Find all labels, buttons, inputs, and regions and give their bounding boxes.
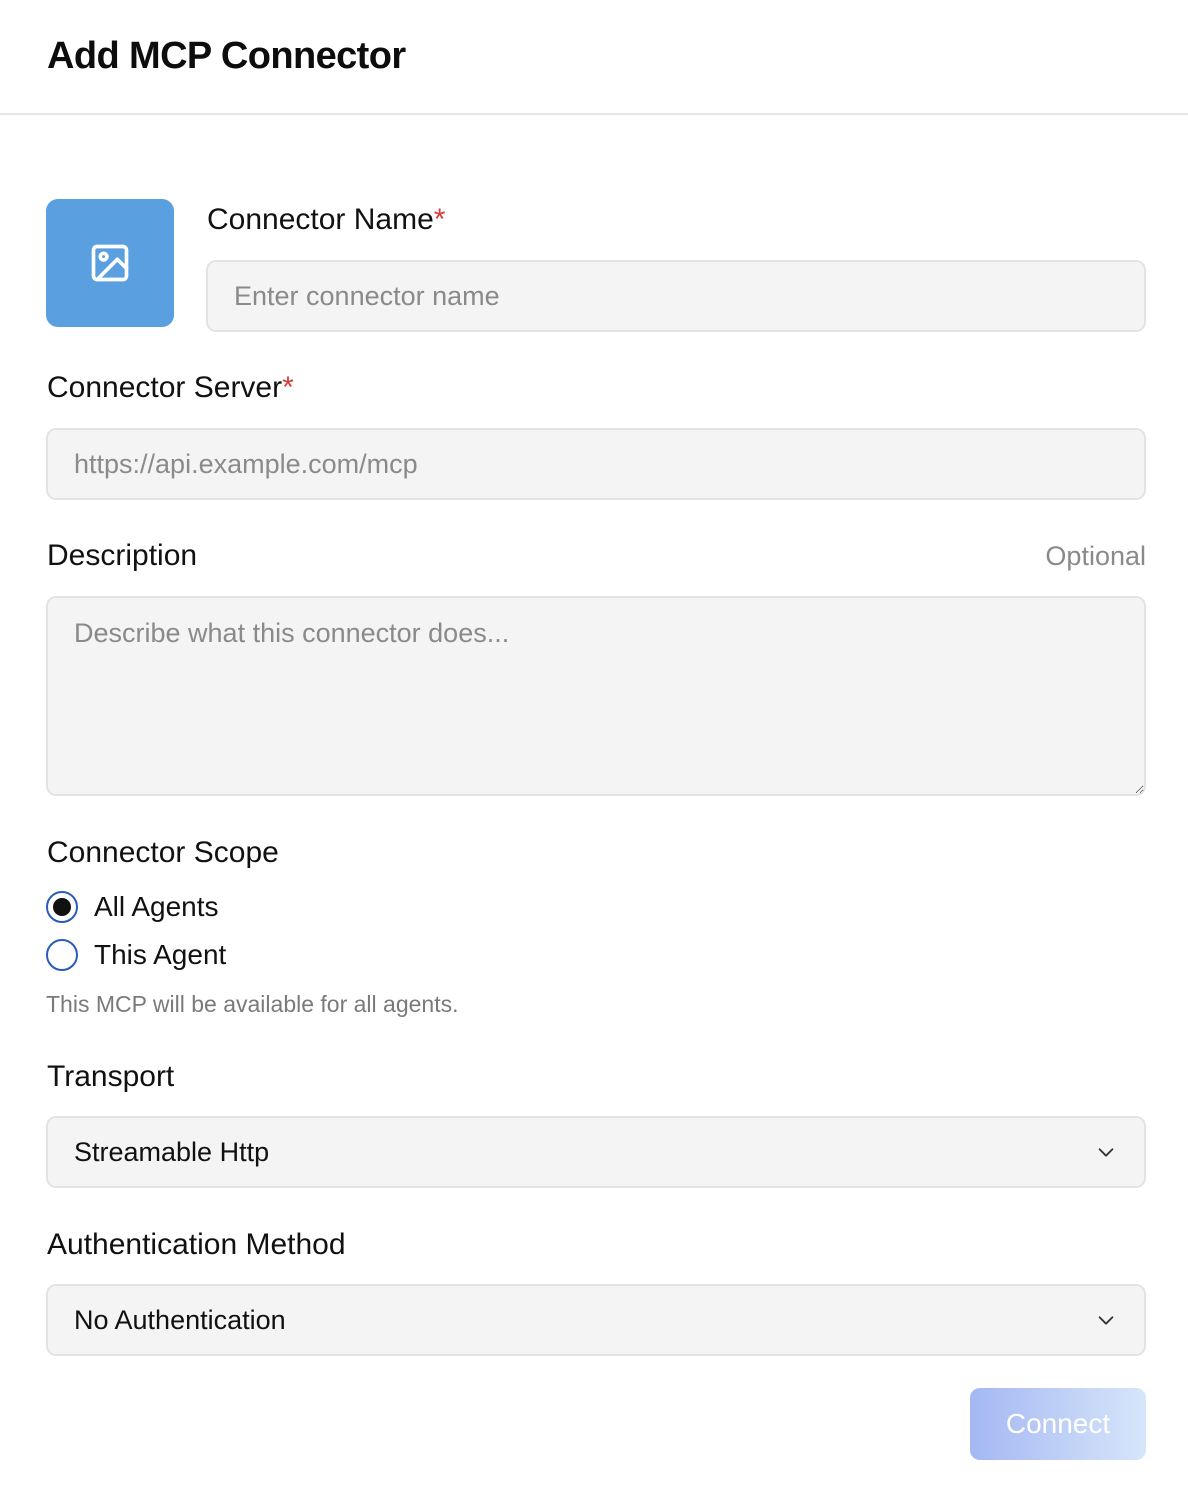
radio-selected-dot xyxy=(53,898,71,916)
description-textarea[interactable] xyxy=(46,596,1146,796)
connector-scope-label: Connector Scope xyxy=(47,836,279,869)
optional-label: Optional xyxy=(1045,541,1146,571)
transport-selected-value: Streamable Http xyxy=(74,1136,270,1167)
transport-select[interactable]: Streamable Http xyxy=(46,1116,1146,1188)
auth-method-label: Authentication Method xyxy=(47,1228,346,1261)
auth-method-select[interactable]: No Authentication xyxy=(46,1284,1146,1356)
required-mark: * xyxy=(433,203,446,236)
transport-label: Transport xyxy=(47,1060,175,1093)
connector-name-input[interactable] xyxy=(206,260,1146,332)
chevron-down-icon xyxy=(1094,1308,1118,1332)
required-mark: * xyxy=(282,371,294,404)
dialog-header: Add MCP Connector xyxy=(0,0,1188,115)
connector-server-label: Connector Server* xyxy=(47,370,294,406)
radio-button-all-agents[interactable] xyxy=(46,891,78,923)
connector-name-label-text: Connector Name xyxy=(207,203,434,236)
scope-option-this-agent[interactable]: This Agent xyxy=(46,938,226,972)
scope-hint: This MCP will be available for all agent… xyxy=(46,991,459,1017)
description-label: Description xyxy=(47,539,198,572)
auth-method-selected-value: No Authentication xyxy=(74,1304,286,1335)
connector-logo-upload[interactable] xyxy=(46,199,174,327)
dialog-title: Add MCP Connector xyxy=(47,35,406,77)
scope-option-label: All Agents xyxy=(94,891,219,922)
connector-name-label: Connector Name* xyxy=(207,202,445,238)
chevron-down-icon xyxy=(1094,1140,1118,1164)
connector-server-input[interactable] xyxy=(46,428,1146,500)
connect-button[interactable]: Connect xyxy=(970,1388,1146,1460)
connector-server-label-text: Connector Server xyxy=(47,371,283,404)
image-icon xyxy=(91,244,129,282)
scope-option-all-agents[interactable]: All Agents xyxy=(46,890,219,924)
radio-button-this-agent[interactable] xyxy=(46,939,78,971)
scope-option-label: This Agent xyxy=(94,939,227,970)
